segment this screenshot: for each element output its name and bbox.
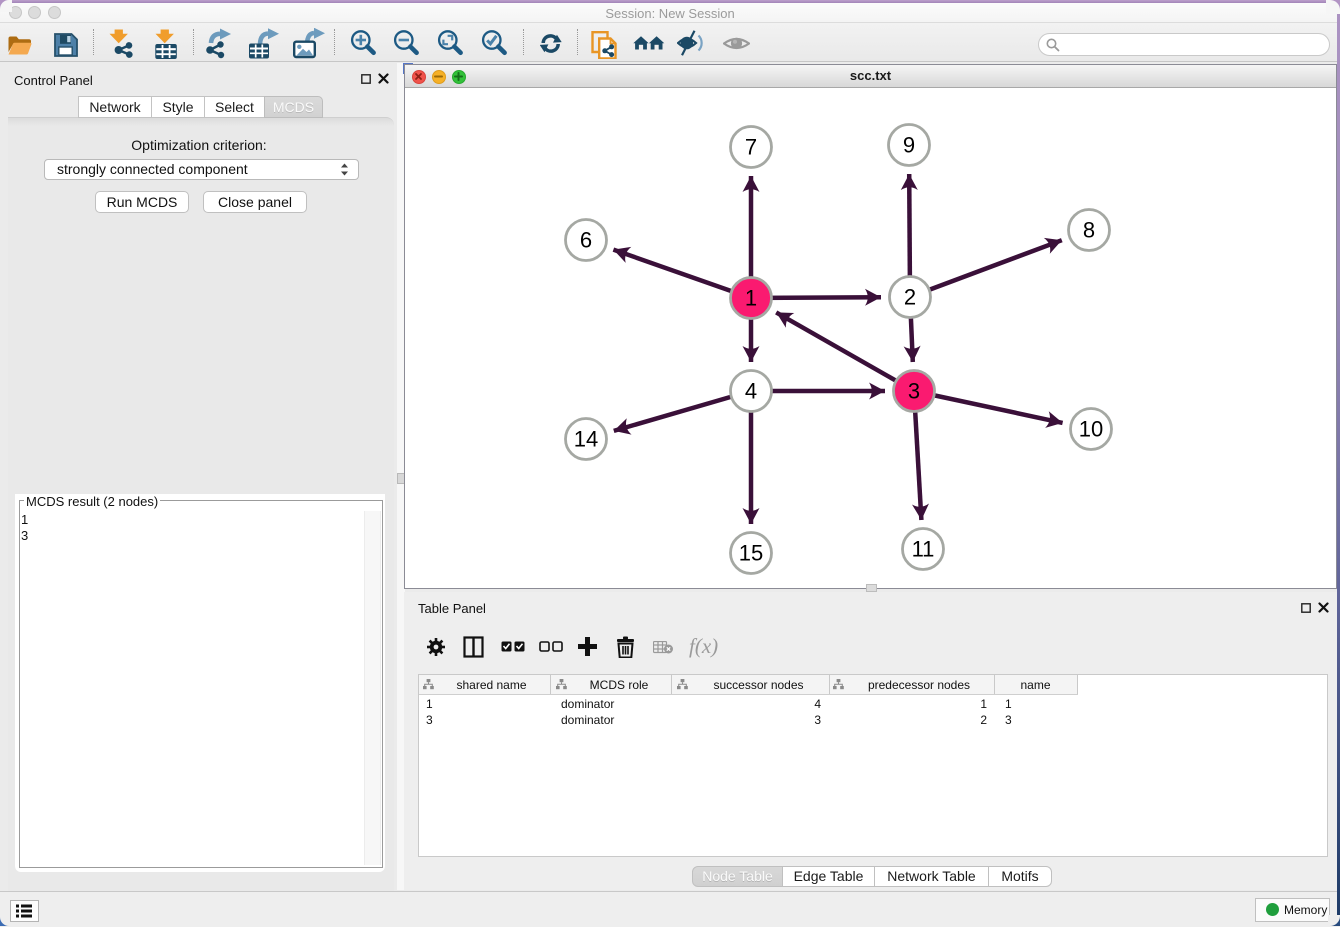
svg-text:4: 4 [745,378,757,403]
svg-text:15: 15 [739,540,763,565]
svg-text:10: 10 [1079,416,1103,441]
svg-text:1: 1 [745,285,757,310]
svg-text:7: 7 [745,134,757,159]
svg-text:9: 9 [903,132,915,157]
svg-text:14: 14 [574,426,598,451]
svg-text:6: 6 [580,227,592,252]
svg-text:11: 11 [912,536,935,561]
svg-text:2: 2 [904,284,916,309]
svg-text:8: 8 [1083,217,1095,242]
svg-text:3: 3 [908,378,920,403]
